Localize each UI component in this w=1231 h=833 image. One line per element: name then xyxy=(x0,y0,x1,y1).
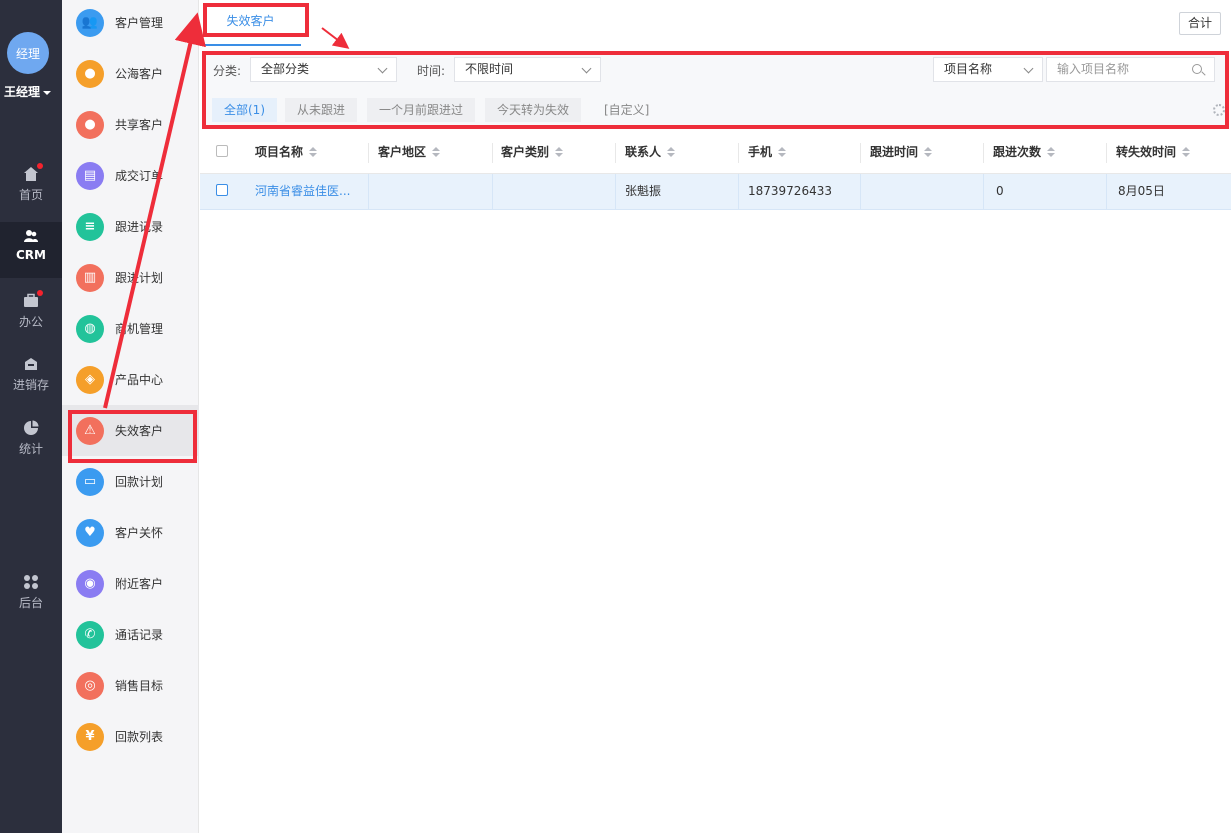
annotation-arrows xyxy=(103,12,350,409)
annotation-arrow-up xyxy=(103,12,206,409)
annotation-arrow-right xyxy=(321,27,350,49)
